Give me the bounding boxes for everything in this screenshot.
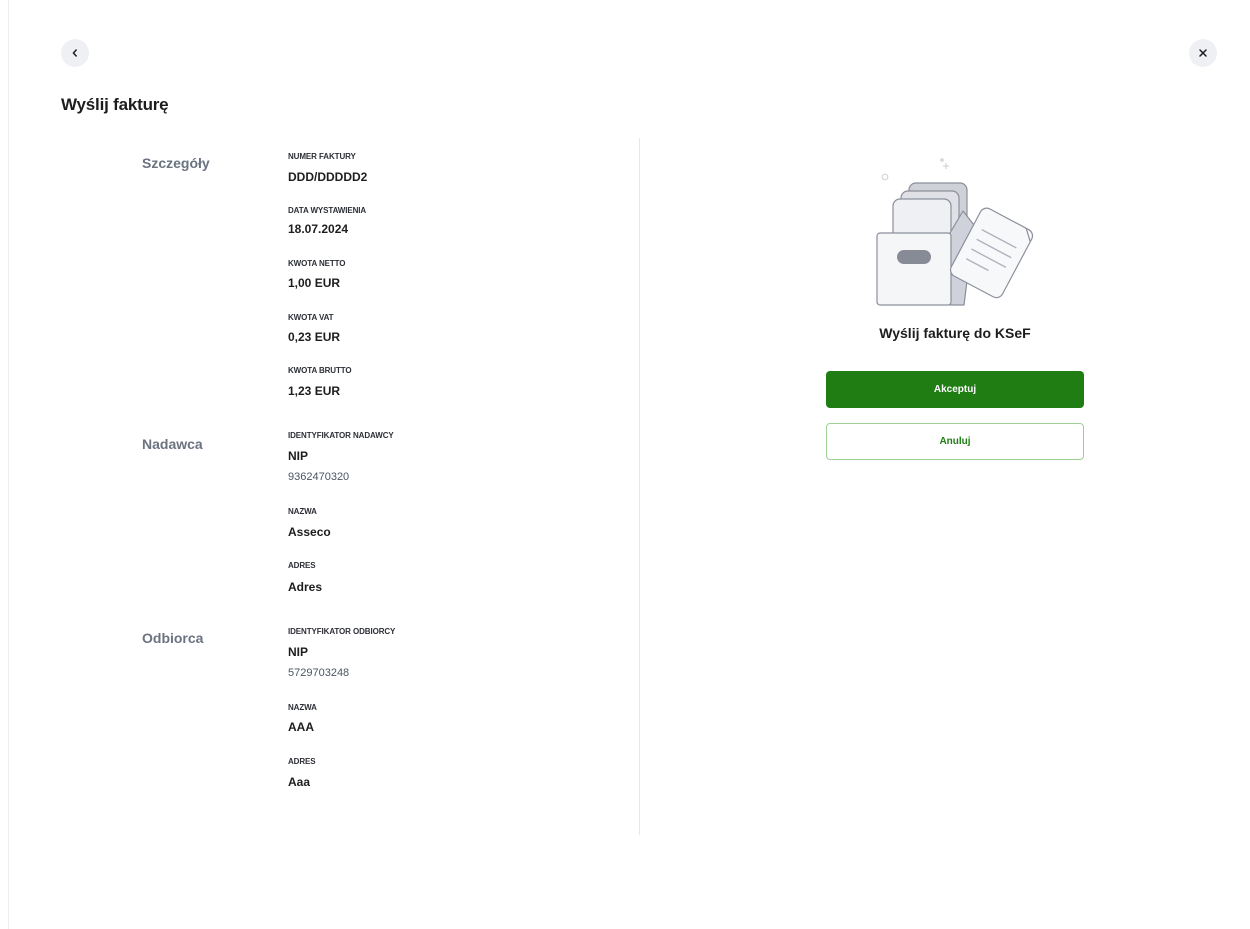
sender-name-label: NAZWA	[288, 507, 317, 516]
sender-name-value: Asseco	[288, 525, 331, 539]
recipient-id-label: IDENTYFIKATOR ODBIORCY	[288, 627, 396, 636]
cancel-button[interactable]: Anuluj	[826, 423, 1084, 460]
recipient-id-value: 5729703248	[288, 667, 350, 679]
sender-id-type: NIP	[288, 449, 309, 463]
column-divider	[639, 138, 640, 835]
recipient-name-label: NAZWA	[288, 703, 317, 712]
invoice-number-value: DDD/DDDDD2	[288, 170, 368, 184]
close-icon	[1199, 49, 1207, 57]
invoice-box-illustration	[876, 158, 1034, 306]
vat-amount-value: 0,23 EUR	[288, 330, 341, 344]
sender-address-value: Adres	[288, 580, 323, 594]
sender-id-value: 9362470320	[288, 471, 350, 483]
send-invoice-page: Wyślij fakturę Szczegóły NUMER FAKTURY D…	[0, 0, 1250, 929]
sender-section-label: Nadawca	[142, 436, 203, 452]
recipient-name-value: AAA	[288, 720, 314, 734]
invoice-number-label: NUMER FAKTURY	[288, 152, 356, 161]
issue-date-value: 18.07.2024	[288, 222, 349, 236]
accept-button[interactable]: Akceptuj	[826, 371, 1084, 408]
gross-amount-label: KWOTA BRUTTO	[288, 366, 352, 375]
chevron-left-icon	[72, 49, 77, 57]
action-panel-heading: Wyślij fakturę do KSeF	[879, 325, 1031, 341]
page-title: Wyślij fakturę	[61, 95, 169, 114]
back-button[interactable]	[61, 39, 89, 67]
gross-amount-value: 1,23 EUR	[288, 384, 341, 398]
sender-address-label: ADRES	[288, 561, 316, 570]
recipient-section-label: Odbiorca	[142, 630, 204, 646]
sender-id-label: IDENTYFIKATOR NADAWCY	[288, 431, 394, 440]
net-amount-value: 1,00 EUR	[288, 276, 341, 290]
recipient-id-type: NIP	[288, 645, 309, 659]
details-section-label: Szczegóły	[142, 155, 210, 171]
net-amount-label: KWOTA NETTO	[288, 259, 346, 268]
page-edge-divider	[8, 0, 9, 929]
recipient-address-value: Aaa	[288, 775, 311, 789]
vat-amount-label: KWOTA VAT	[288, 313, 334, 322]
close-button[interactable]	[1189, 39, 1217, 67]
recipient-address-label: ADRES	[288, 757, 316, 766]
issue-date-label: DATA WYSTAWIENIA	[288, 206, 367, 215]
